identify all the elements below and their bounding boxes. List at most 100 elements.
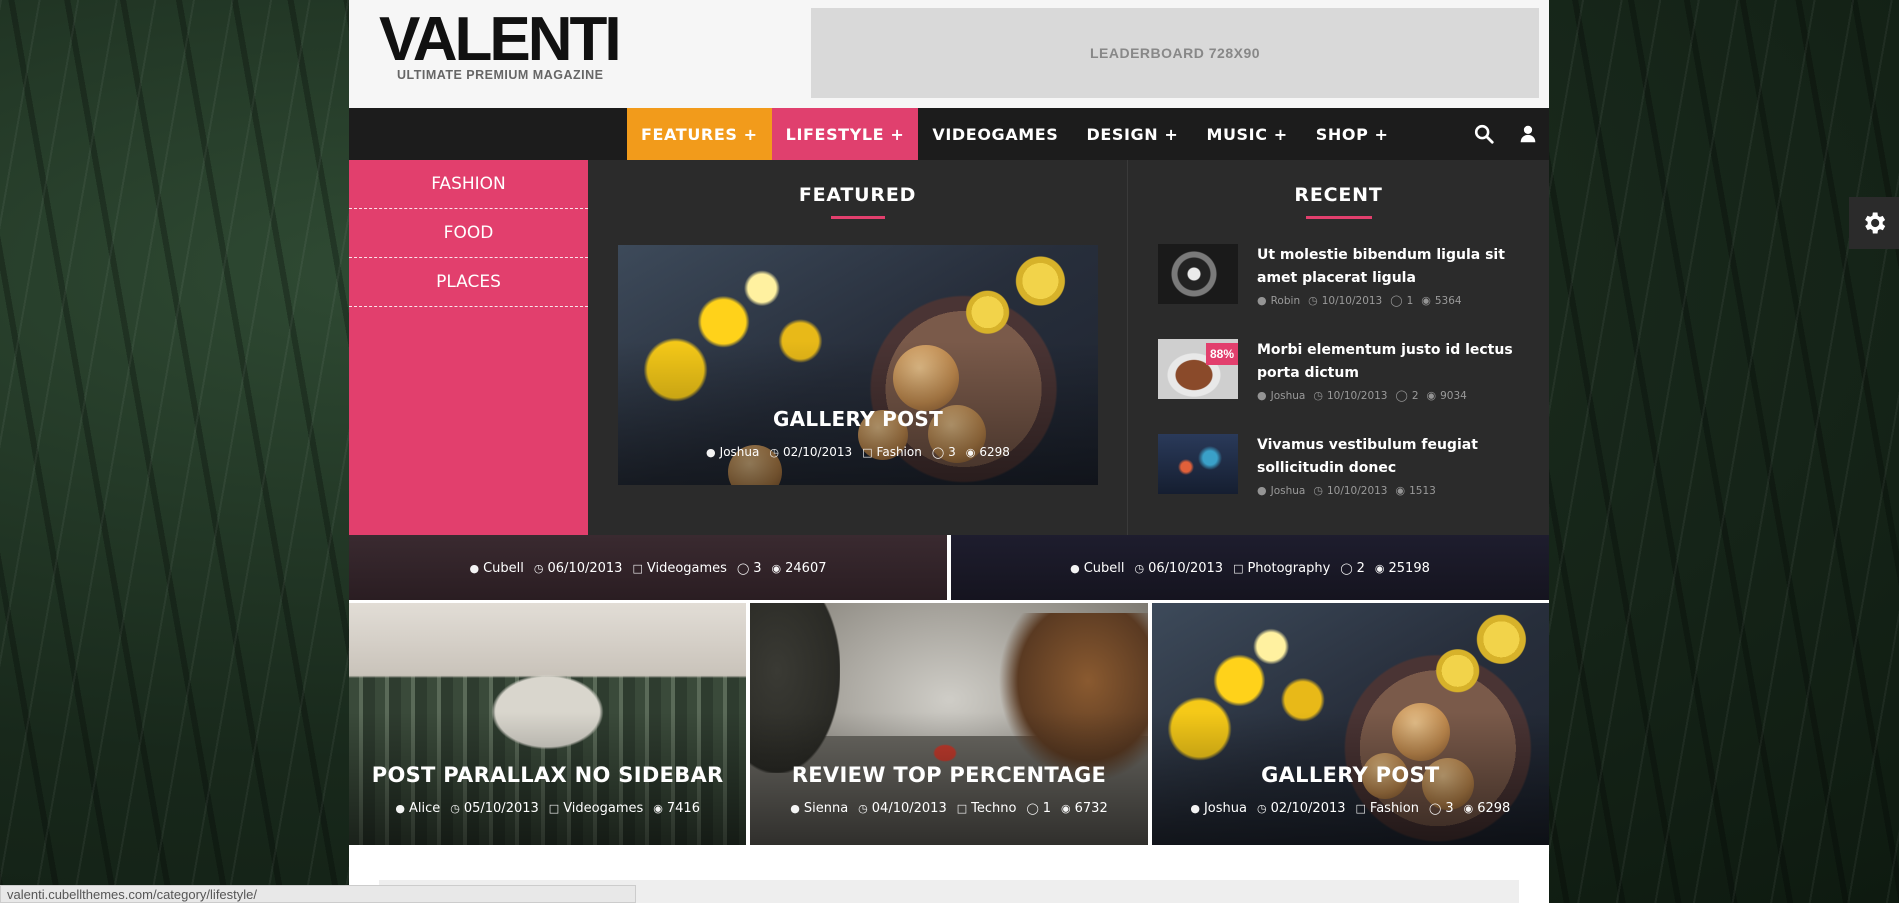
gear-icon — [1865, 212, 1886, 234]
recent-thumb[interactable] — [1158, 244, 1238, 304]
post-meta: ● Alice ◷ 05/10/2013 □ Videogames ◉ 7416 — [349, 801, 746, 816]
post-card[interactable]: ● Cubell ◷ 06/10/2013 □ Photography ◯ 2 ◉ 251… — [951, 535, 1549, 600]
lifestyle-mega-menu: FASHION FOOD PLACES FEATURED GALLERY POS… — [349, 160, 1549, 535]
post-category[interactable]: Photography — [1247, 561, 1330, 576]
author-icon: ● — [469, 562, 480, 575]
eye-icon: ◉ — [653, 802, 663, 815]
post-date: 02/10/2013 — [782, 445, 853, 459]
mega-menu-subnav: FASHION FOOD PLACES — [349, 160, 588, 535]
post-author[interactable]: Cubell — [483, 561, 524, 576]
site-logo[interactable]: VALENTI ULTIMATE PREMIUM MAGAZINE — [379, 5, 622, 83]
post-comments[interactable]: 2 — [1412, 390, 1419, 402]
post-comments[interactable]: 1 — [1043, 801, 1051, 816]
eye-icon: ◉ — [1421, 294, 1431, 307]
recent-section: RECENT Ut molestie bibendum ligula sit a… — [1128, 160, 1549, 535]
clock-icon: ◷ — [769, 445, 779, 459]
user-icon[interactable] — [1517, 123, 1539, 145]
recent-post: Vivamus vestibulum feugiat sollicitudin … — [1158, 434, 1538, 504]
post-comments[interactable]: 3 — [948, 445, 956, 459]
main-nav: FEATURES + LIFESTYLE + VIDEOGAMES DESIGN… — [349, 108, 1549, 160]
post-meta: ● Joshua ◷ 10/10/2013 ◉ 1513 — [1257, 484, 1538, 497]
recent-title[interactable]: Morbi elementum justo id lectus porta di… — [1257, 339, 1538, 385]
post-title[interactable]: GALLERY POST — [1152, 763, 1549, 787]
nav-item-videogames[interactable]: VIDEOGAMES — [918, 108, 1072, 160]
post-views: 6732 — [1074, 801, 1108, 816]
post-category[interactable]: Fashion — [877, 445, 922, 459]
post-category[interactable]: Videogames — [647, 561, 727, 576]
leaderboard-ad[interactable]: LEADERBOARD 728X90 — [811, 8, 1539, 98]
post-category[interactable]: Fashion — [1370, 801, 1419, 816]
post-views: 6298 — [1477, 801, 1511, 816]
recent-title[interactable]: Ut molestie bibendum ligula sit amet pla… — [1257, 244, 1538, 290]
author-icon: ● — [1257, 484, 1267, 497]
post-views: 24607 — [785, 561, 827, 576]
logo-title: VALENTI — [379, 5, 622, 74]
post-comments[interactable]: 3 — [753, 561, 761, 576]
post-author[interactable]: Joshua — [1204, 801, 1247, 816]
featured-post-card[interactable]: GALLERY POST ● Joshua ◷ 02/10/2013 □ Fashio… — [618, 245, 1098, 485]
post-views: 9034 — [1440, 389, 1467, 402]
nav-item-music[interactable]: MUSIC + — [1192, 108, 1301, 160]
recent-title[interactable]: Vivamus vestibulum feugiat sollicitudin … — [1257, 434, 1538, 480]
post-comments[interactable]: 3 — [1445, 801, 1453, 816]
subnav-item-fashion[interactable]: FASHION — [349, 160, 588, 209]
recent-thumb[interactable]: 88% — [1158, 339, 1238, 399]
post-card-review[interactable]: REVIEW TOP PERCENTAGE ● Sienna ◷ 04/10/201… — [750, 603, 1148, 845]
comment-icon: ◯ — [1395, 389, 1408, 402]
search-icon[interactable] — [1473, 123, 1495, 145]
eye-icon: ◉ — [1395, 484, 1406, 497]
post-card-parallax[interactable]: POST PARALLAX NO SIDEBAR ● Alice ◷ 05/10/2… — [349, 603, 747, 845]
comment-icon: ◯ — [931, 445, 945, 459]
review-score-badge: 88% — [1206, 343, 1238, 365]
nav-item-lifestyle[interactable]: LIFESTYLE + — [771, 108, 919, 160]
post-category[interactable]: Techno — [971, 801, 1016, 816]
post-date: 06/10/2013 — [1148, 561, 1224, 576]
post-meta: ● Cubell ◷ 06/10/2013 □ Videogames ◯ 3 ◉ 2460… — [349, 561, 947, 576]
post-card-gallery[interactable]: GALLERY POST ● Joshua ◷ 02/10/2013 □ Fashio… — [1151, 603, 1549, 845]
post-title[interactable]: REVIEW TOP PERCENTAGE — [750, 763, 1147, 787]
grid-row-bottom: POST PARALLAX NO SIDEBAR ● Alice ◷ 05/10/2… — [349, 603, 1549, 845]
clock-icon: ◷ — [1308, 294, 1318, 307]
author-icon: ● — [1257, 294, 1267, 307]
post-category[interactable]: Videogames — [563, 801, 643, 816]
clock-icon: ◷ — [533, 562, 544, 575]
recent-thumb[interactable] — [1158, 434, 1238, 494]
nav-item-shop[interactable]: SHOP + — [1302, 108, 1403, 160]
nav-item-features[interactable]: FEATURES + — [627, 108, 772, 160]
post-date: 05/10/2013 — [463, 801, 539, 816]
post-meta: ● Sienna ◷ 04/10/2013 □ Techno ◯ 1 ◉ 6732 — [750, 801, 1147, 816]
post-title[interactable]: GALLERY POST — [618, 407, 1098, 431]
folder-icon: □ — [956, 802, 968, 815]
post-author[interactable]: Sienna — [804, 801, 848, 816]
post-author[interactable]: Robin — [1271, 295, 1301, 307]
post-author[interactable]: Cubell — [1084, 561, 1125, 576]
post-author[interactable]: Joshua — [720, 445, 760, 459]
post-date: 10/10/2013 — [1326, 484, 1388, 497]
post-comments[interactable]: 2 — [1357, 561, 1365, 576]
post-views: 7416 — [666, 801, 700, 816]
post-author[interactable]: Joshua — [1271, 390, 1306, 402]
post-title[interactable]: POST PARALLAX NO SIDEBAR — [349, 763, 746, 787]
post-meta: ● Joshua ◷ 02/10/2013 □ Fashion ◯ 3 ◉ 6298 — [1152, 801, 1549, 816]
comment-icon: ◯ — [736, 562, 750, 575]
post-card[interactable]: ● Cubell ◷ 06/10/2013 □ Videogames ◯ 3 ◉ 2460… — [349, 535, 947, 600]
clock-icon: ◷ — [1256, 802, 1267, 815]
post-views: 25198 — [1388, 561, 1430, 576]
author-icon: ● — [790, 802, 800, 815]
post-meta: ● Cubell ◷ 06/10/2013 □ Photography ◯ 2 ◉ 251… — [951, 561, 1549, 576]
post-author[interactable]: Alice — [409, 801, 440, 816]
heading-underline — [1305, 216, 1372, 219]
post-author[interactable]: Joshua — [1271, 485, 1306, 497]
post-meta: ● Joshua ◷ 10/10/2013 ◯ 2 ◉ 9034 — [1257, 389, 1538, 402]
settings-gear-button[interactable] — [1849, 197, 1899, 249]
featured-section: FEATURED GALLERY POST ● Joshua ◷ 02/10/201… — [588, 160, 1128, 535]
clock-icon: ◷ — [1134, 562, 1145, 575]
subnav-item-food[interactable]: FOOD — [349, 209, 588, 258]
subnav-item-places[interactable]: PLACES — [349, 258, 588, 307]
author-icon: ● — [1257, 389, 1267, 402]
recent-heading: RECENT — [1294, 184, 1383, 206]
browser-status-url: valenti.cubellthemes.com/category/lifest… — [0, 885, 636, 903]
post-comments[interactable]: 1 — [1407, 295, 1414, 307]
nav-item-design[interactable]: DESIGN + — [1072, 108, 1192, 160]
author-icon: ● — [1190, 802, 1200, 815]
